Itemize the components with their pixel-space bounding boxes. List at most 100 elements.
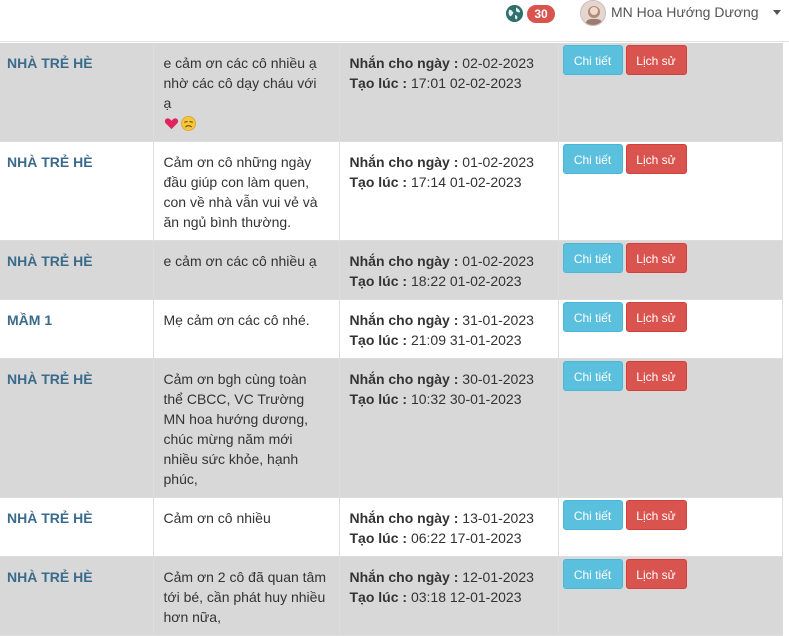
table-row: NHÀ TRẺ HÈ Cảm ơn cô nhiều Nhắn cho ngày… [0, 497, 783, 557]
created-at-value: 18:22 01-02-2023 [410, 273, 522, 289]
sent-for-value: 01-02-2023 [462, 154, 534, 170]
sent-for-value: 31-01-2023 [462, 312, 534, 328]
sent-for-line: Nhắn cho ngày : 31-01-2023 [347, 310, 551, 330]
message-text: Cảm ơn bgh cùng toàn thể CBCC, VC Trường… [161, 369, 332, 489]
created-at-line: Tạo lúc : 17:14 01-02-2023 [347, 172, 551, 192]
created-at-line: Tạo lúc : 06:22 17-01-2023 [347, 528, 551, 548]
created-at-label: Tạo lúc : [349, 530, 408, 546]
class-name-link[interactable]: NHÀ TRẺ HÈ [7, 253, 93, 269]
sent-for-line: Nhắn cho ngày : 01-02-2023 [347, 251, 551, 271]
user-avatar[interactable] [580, 0, 606, 26]
message-text: Mẹ cảm ơn các cô nhé. [161, 310, 332, 330]
class-name-link[interactable]: MẦM 1 [7, 312, 52, 328]
sent-for-label: Nhắn cho ngày : [349, 253, 459, 269]
sent-for-line: Nhắn cho ngày : 12-01-2023 [347, 567, 551, 587]
class-cell: NHÀ TRẺ HÈ [0, 556, 154, 636]
message-text: Cảm ơn cô nhiều [161, 508, 332, 528]
history-button[interactable]: Lịch sử [625, 361, 687, 391]
detail-button[interactable]: Chi tiết [562, 500, 623, 530]
class-name-link[interactable]: NHÀ TRẺ HÈ [7, 154, 93, 170]
messages-table: NHÀ TRẺ HÈ e cảm ơn các cô nhiều ạ nhờ c… [0, 43, 783, 636]
detail-button[interactable]: Chi tiết [562, 45, 623, 75]
table-row: NHÀ TRẺ HÈ e cảm ơn các cô nhiều ạ nhờ c… [0, 43, 783, 142]
detail-button[interactable]: Chi tiết [562, 243, 623, 273]
table-row: MẦM 1 Mẹ cảm ơn các cô nhé. Nhắn cho ngà… [0, 299, 783, 359]
created-at-value: 06:22 17-01-2023 [410, 530, 522, 546]
table-row: NHÀ TRẺ HÈ Cảm ơn cô những ngày đầu giúp… [0, 141, 783, 241]
history-button[interactable]: Lịch sử [625, 559, 687, 589]
actions-cell: Chi tiết Lịch sử [558, 240, 783, 300]
emoji-group [164, 115, 198, 131]
heart-icon [164, 116, 179, 131]
created-at-value: 21:09 31-01-2023 [410, 332, 522, 348]
date-cell: Nhắn cho ngày : 01-02-2023 Tạo lúc : 17:… [339, 141, 559, 241]
chevron-down-icon[interactable] [773, 10, 781, 15]
class-cell: NHÀ TRẺ HÈ [0, 497, 154, 557]
message-text: Cảm ơn 2 cô đã quan tâm tới bé, cần phát… [161, 567, 332, 627]
created-at-label: Tạo lúc : [349, 75, 408, 91]
message-content: e cảm ơn các cô nhiều ạ nhờ các cô dạy c… [163, 55, 317, 111]
table-row: NHÀ TRẺ HÈ Cảm ơn bgh cùng toàn thể CBCC… [0, 358, 783, 498]
created-at-value: 10:32 30-01-2023 [410, 391, 522, 407]
notification-badge[interactable]: 30 [527, 5, 555, 23]
detail-button[interactable]: Chi tiết [562, 302, 623, 332]
date-cell: Nhắn cho ngày : 01-02-2023 Tạo lúc : 18:… [339, 240, 559, 300]
actions-cell: Chi tiết Lịch sử [558, 497, 783, 557]
globe-icon[interactable] [506, 5, 523, 22]
user-name[interactable]: MN Hoa Hướng Dương [611, 4, 759, 20]
message-cell: Mẹ cảm ơn các cô nhé. [153, 299, 340, 359]
class-cell: NHÀ TRẺ HÈ [0, 358, 154, 498]
message-content: Cảm ơn bgh cùng toàn thể CBCC, VC Trường… [163, 371, 309, 487]
date-cell: Nhắn cho ngày : 30-01-2023 Tạo lúc : 10:… [339, 358, 559, 498]
sent-for-line: Nhắn cho ngày : 01-02-2023 [347, 152, 551, 172]
detail-button[interactable]: Chi tiết [562, 559, 623, 589]
actions-cell: Chi tiết Lịch sử [558, 43, 783, 142]
sent-for-line: Nhắn cho ngày : 30-01-2023 [347, 369, 551, 389]
date-cell: Nhắn cho ngày : 02-02-2023 Tạo lúc : 17:… [339, 43, 559, 142]
class-cell: MẦM 1 [0, 299, 154, 359]
sent-for-line: Nhắn cho ngày : 02-02-2023 [347, 53, 551, 73]
sent-for-label: Nhắn cho ngày : [349, 312, 459, 328]
history-button[interactable]: Lịch sử [625, 45, 687, 75]
message-cell: Cảm ơn cô nhiều [153, 497, 340, 557]
detail-button[interactable]: Chi tiết [562, 361, 623, 391]
top-navbar: 30 MN Hoa Hướng Dương [0, 0, 789, 42]
message-content: Cảm ơn cô nhiều [163, 510, 271, 526]
history-button[interactable]: Lịch sử [625, 500, 687, 530]
class-cell: NHÀ TRẺ HÈ [0, 43, 154, 142]
history-button[interactable]: Lịch sử [625, 302, 687, 332]
class-cell: NHÀ TRẺ HÈ [0, 141, 154, 241]
actions-cell: Chi tiết Lịch sử [558, 141, 783, 241]
created-at-line: Tạo lúc : 18:22 01-02-2023 [347, 271, 551, 291]
table-row: NHÀ TRẺ HÈ Cảm ơn 2 cô đã quan tâm tới b… [0, 556, 783, 636]
created-at-label: Tạo lúc : [349, 391, 408, 407]
class-name-link[interactable]: NHÀ TRẺ HÈ [7, 55, 93, 71]
message-text: e cảm ơn các cô nhiều ạ nhờ các cô dạy c… [161, 53, 332, 133]
created-at-value: 17:14 01-02-2023 [410, 174, 522, 190]
message-content: Cảm ơn cô những ngày đầu giúp con làm qu… [163, 154, 318, 230]
date-cell: Nhắn cho ngày : 31-01-2023 Tạo lúc : 21:… [339, 299, 559, 359]
created-at-label: Tạo lúc : [349, 589, 408, 605]
created-at-value: 03:18 12-01-2023 [410, 589, 522, 605]
class-name-link[interactable]: NHÀ TRẺ HÈ [7, 371, 93, 387]
date-cell: Nhắn cho ngày : 13-01-2023 Tạo lúc : 06:… [339, 497, 559, 557]
date-cell: Nhắn cho ngày : 12-01-2023 Tạo lúc : 03:… [339, 556, 559, 636]
message-text: e cảm ơn các cô nhiều ạ [161, 251, 332, 271]
created-at-label: Tạo lúc : [349, 332, 408, 348]
sent-for-label: Nhắn cho ngày : [349, 55, 459, 71]
created-at-line: Tạo lúc : 17:01 02-02-2023 [347, 73, 551, 93]
sent-for-line: Nhắn cho ngày : 13-01-2023 [347, 508, 551, 528]
history-button[interactable]: Lịch sử [625, 144, 687, 174]
sent-for-value: 01-02-2023 [462, 253, 534, 269]
created-at-line: Tạo lúc : 03:18 12-01-2023 [347, 587, 551, 607]
sent-for-label: Nhắn cho ngày : [349, 371, 459, 387]
created-at-line: Tạo lúc : 10:32 30-01-2023 [347, 389, 551, 409]
created-at-value: 17:01 02-02-2023 [410, 75, 522, 91]
message-content: Cảm ơn 2 cô đã quan tâm tới bé, cần phát… [163, 569, 327, 625]
message-cell: e cảm ơn các cô nhiều ạ nhờ các cô dạy c… [153, 43, 340, 142]
message-cell: e cảm ơn các cô nhiều ạ [153, 240, 340, 300]
detail-button[interactable]: Chi tiết [562, 144, 623, 174]
class-name-link[interactable]: NHÀ TRẺ HÈ [7, 510, 93, 526]
sent-for-label: Nhắn cho ngày : [349, 154, 459, 170]
history-button[interactable]: Lịch sử [625, 243, 687, 273]
